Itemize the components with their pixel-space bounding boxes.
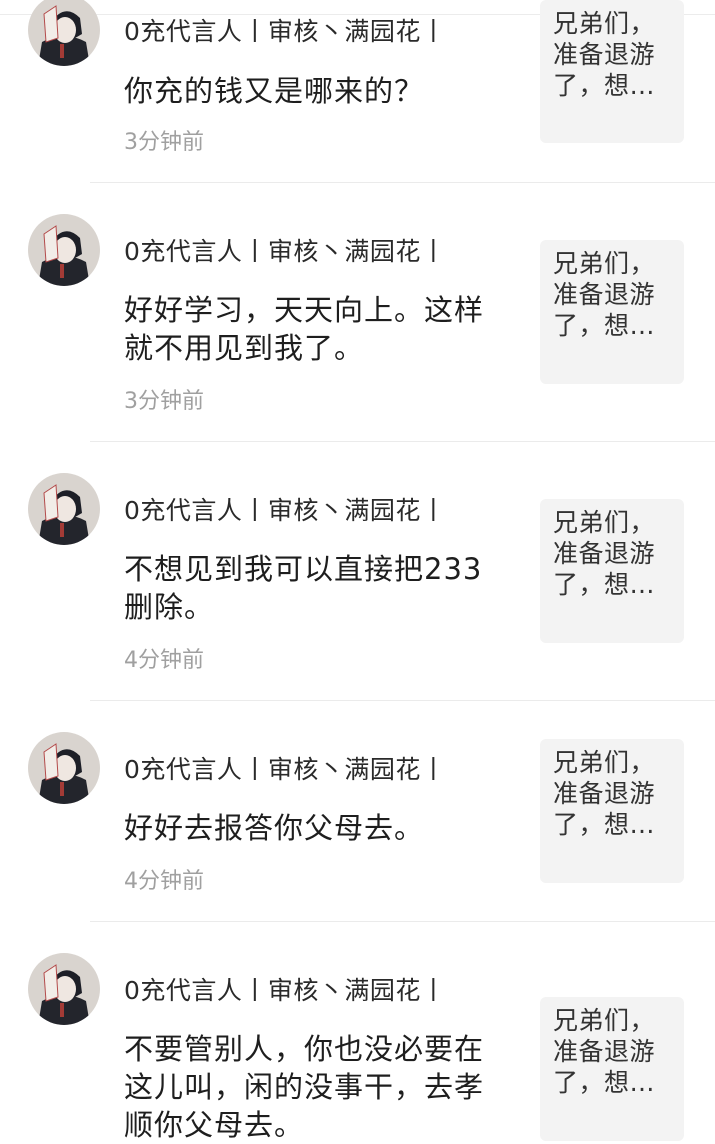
comment-text: 不想见到我可以直接把233删除。 — [124, 552, 483, 624]
comment-username[interactable]: 0充代言人丨审核丶满园花丨 — [124, 235, 446, 269]
referenced-post-preview[interactable]: 兄弟们，准备退游了，想… — [540, 0, 684, 143]
comment-text: 不要管别人，你也没必要在这儿叫，闲的没事干，去孝顺你父母去。 — [124, 1032, 485, 1142]
comment-time: 4分钟前 — [124, 648, 204, 673]
item-divider — [90, 700, 715, 701]
referenced-post-preview[interactable]: 兄弟们，准备退游了，想… — [540, 739, 684, 883]
item-divider — [90, 441, 715, 442]
comment-username[interactable]: 0充代言人丨审核丶满园花丨 — [124, 494, 446, 528]
avatar[interactable] — [28, 953, 100, 1025]
comment-time: 4分钟前 — [124, 869, 204, 894]
avatar[interactable] — [28, 214, 100, 286]
item-divider — [90, 921, 715, 922]
referenced-post-preview[interactable]: 兄弟们，准备退游了，想… — [540, 499, 684, 643]
comment-username[interactable]: 0充代言人丨审核丶满园花丨 — [124, 753, 446, 787]
item-divider — [90, 182, 715, 183]
comment-text: 你充的钱又是哪来的？ — [124, 74, 425, 108]
comment-username[interactable]: 0充代言人丨审核丶满园花丨 — [124, 974, 446, 1008]
comment-time: 3分钟前 — [124, 130, 204, 155]
comment-text: 好好去报答你父母去。 — [124, 811, 425, 845]
referenced-post-preview[interactable]: 兄弟们，准备退游了，想… — [540, 997, 684, 1141]
comment-text: 好好学习，天天向上。这样就不用见到我了。 — [124, 293, 485, 365]
avatar[interactable] — [28, 0, 100, 66]
comment-time: 3分钟前 — [124, 389, 204, 414]
comment-username[interactable]: 0充代言人丨审核丶满园花丨 — [124, 15, 446, 49]
avatar[interactable] — [28, 732, 100, 804]
referenced-post-preview[interactable]: 兄弟们，准备退游了，想… — [540, 240, 684, 384]
avatar[interactable] — [28, 473, 100, 545]
